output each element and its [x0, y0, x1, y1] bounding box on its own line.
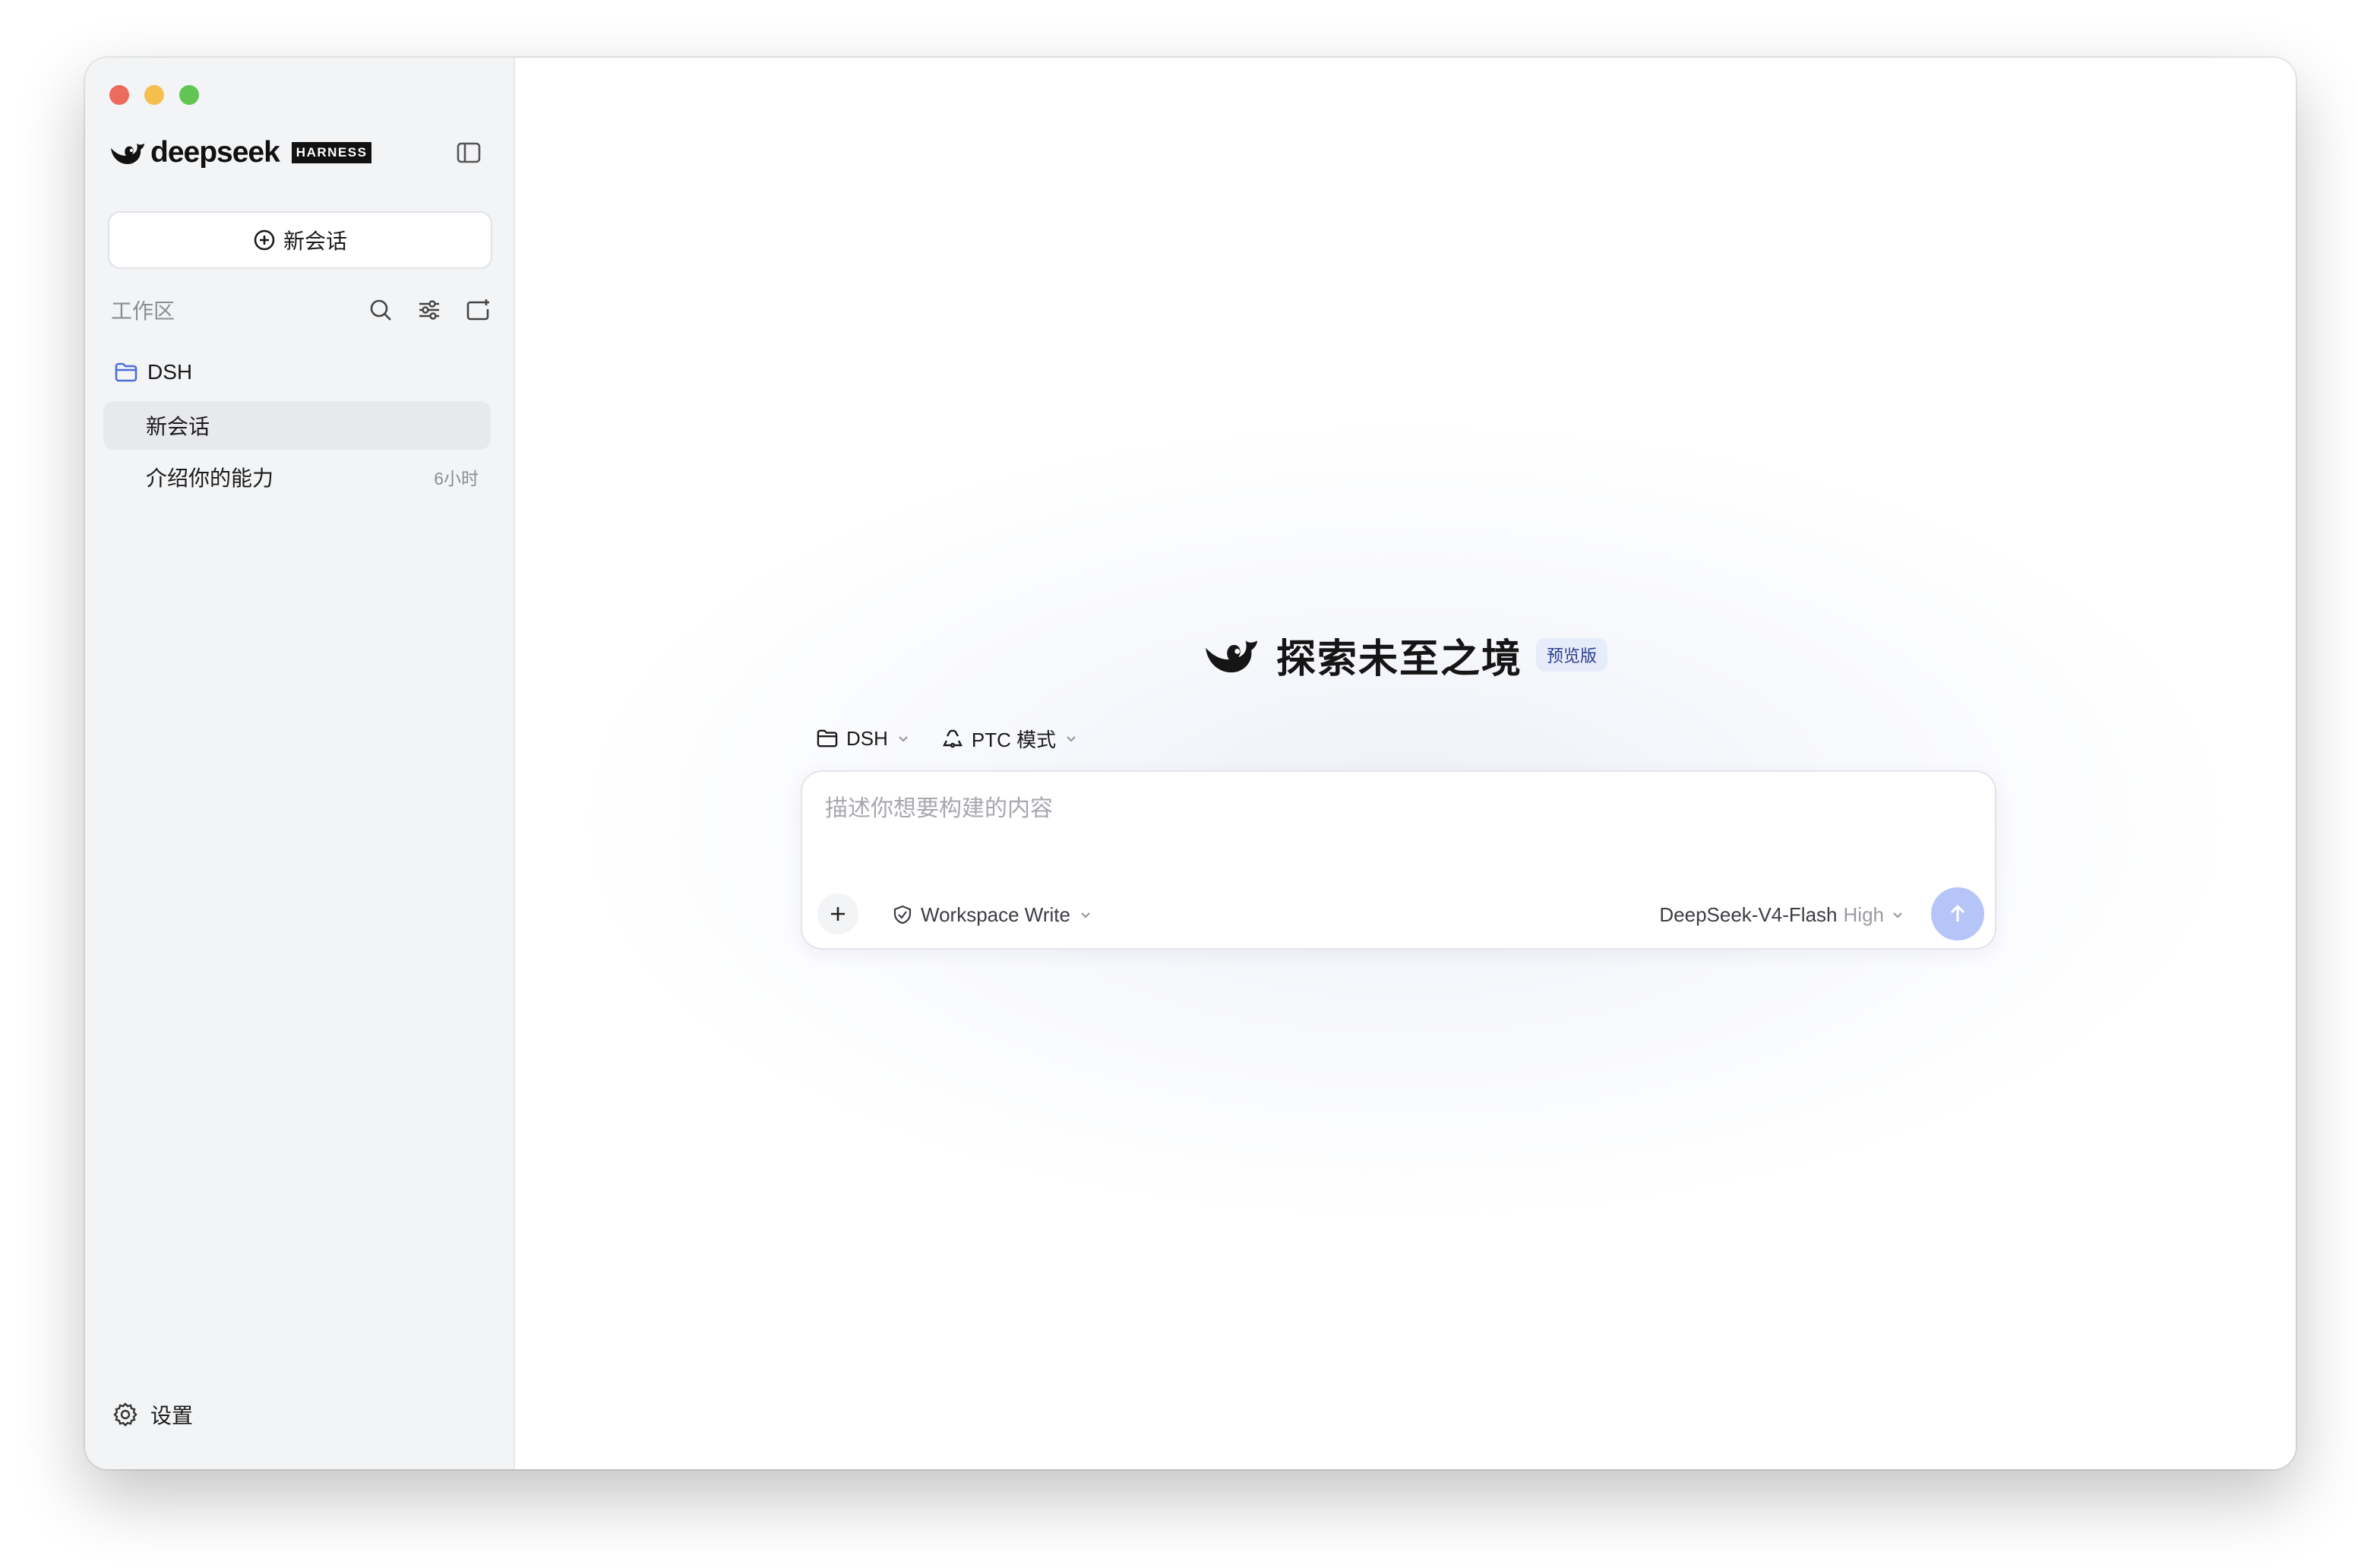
- new-folder-icon[interactable]: [465, 297, 491, 323]
- preview-badge: 预览版: [1536, 638, 1608, 672]
- folder-dsh[interactable]: DSH: [114, 356, 192, 389]
- hero-title: 探索未至之境: [1275, 637, 1522, 681]
- workspace-selector-label: DSH: [846, 726, 888, 750]
- brand-logo: deepseek HARNESS: [109, 135, 372, 170]
- filter-icon[interactable]: [416, 297, 442, 323]
- context-selectors: DSH PTC 模式: [816, 722, 1079, 755]
- send-button[interactable]: [1931, 887, 1984, 940]
- settings-button[interactable]: 设置: [112, 1398, 193, 1431]
- workspace-selector[interactable]: DSH: [816, 727, 911, 751]
- minimize-window-button[interactable]: [144, 85, 164, 105]
- composer: Workspace Write DeepSeek-V4-Flash High: [801, 770, 1996, 950]
- attach-button[interactable]: [817, 893, 858, 934]
- window-controls: [109, 85, 199, 105]
- zoom-window-button[interactable]: [179, 85, 199, 105]
- brand-wordmark: deepseek: [150, 136, 280, 169]
- folder-icon: [115, 362, 137, 382]
- folder-icon: [817, 729, 838, 748]
- workspace-actions: [368, 297, 491, 323]
- whale-logo-icon: [111, 144, 144, 165]
- plus-icon: [831, 907, 845, 921]
- conversation-title: 新会话: [146, 415, 210, 438]
- mode-selector-label: PTC 模式: [971, 728, 1057, 751]
- plus-circle-icon: [254, 229, 275, 251]
- sidebar-toggle-icon[interactable]: [456, 140, 482, 166]
- settings-label: 设置: [150, 1404, 194, 1427]
- conversation-title: 介绍你的能力: [146, 466, 274, 490]
- chevron-down-icon: [1081, 912, 1090, 918]
- model-level: High: [1843, 903, 1884, 926]
- main-area: 探索未至之境 预览版 DSH PTC 模式 描述你想要构建的内容 Workspa…: [515, 58, 2296, 1469]
- chevron-down-icon: [1893, 912, 1902, 918]
- harness-badge: HARNESS: [291, 142, 372, 163]
- app-window: deepseek HARNESS 新会话 工作区 DSH 新会话 介绍你的能力 …: [85, 58, 2296, 1469]
- new-chat-label: 新会话: [283, 229, 347, 253]
- recycle-icon: [942, 729, 962, 748]
- whale-logo-icon: [1206, 640, 1257, 673]
- model-label: DeepSeek-V4-Flash: [1659, 903, 1838, 926]
- conversation-item[interactable]: 介绍你的能力 6小时: [103, 453, 491, 501]
- permission-label: Workspace Write: [921, 903, 1070, 926]
- sidebar: deepseek HARNESS 新会话 工作区 DSH 新会话 介绍你的能力 …: [85, 58, 515, 1469]
- search-icon[interactable]: [368, 297, 394, 323]
- chevron-down-icon: [1067, 736, 1076, 742]
- workspace-label: 工作区: [111, 299, 175, 323]
- gear-icon: [113, 1402, 137, 1427]
- permission-selector[interactable]: Workspace Write: [892, 898, 1093, 931]
- workspace-header: 工作区: [111, 293, 491, 327]
- hero: 探索未至之境 预览版: [515, 624, 2296, 685]
- mode-selector[interactable]: PTC 模式: [941, 725, 1079, 753]
- model-selector[interactable]: DeepSeek-V4-Flash High: [1659, 898, 1905, 931]
- chevron-down-icon: [899, 736, 908, 742]
- shield-check-icon: [893, 905, 912, 925]
- conversation-item[interactable]: 新会话: [103, 401, 491, 450]
- folder-label: DSH: [147, 360, 193, 384]
- arrow-up-icon: [1950, 904, 1965, 922]
- close-window-button[interactable]: [109, 85, 129, 105]
- new-chat-button[interactable]: 新会话: [108, 211, 492, 269]
- conversation-time: 6小时: [434, 469, 479, 488]
- prompt-input[interactable]: [825, 790, 1889, 828]
